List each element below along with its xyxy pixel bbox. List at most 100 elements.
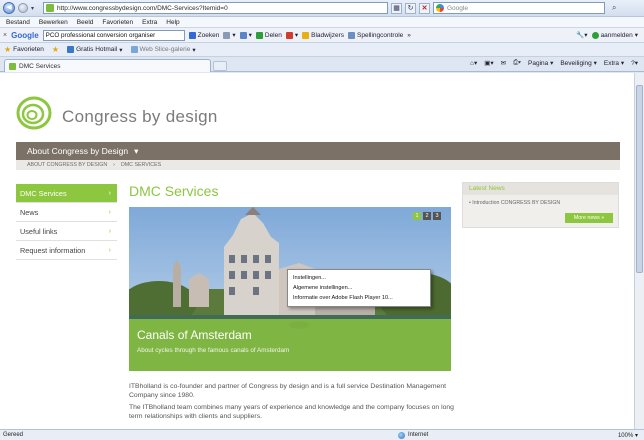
intro-paragraph-2: The ITBholland team combines many years … — [129, 404, 454, 420]
address-text: http://www.congressbydesign.com/DMC-Serv… — [57, 4, 228, 12]
feeds-icon[interactable]: ▣▾ — [484, 59, 493, 67]
favorites-star-icon: ★ — [4, 45, 12, 54]
google-toolbar-logo: Google — [11, 30, 39, 40]
popup-blocker-button[interactable]: ▾ — [285, 31, 298, 39]
security-zone[interactable]: Internet — [398, 431, 429, 439]
command-page[interactable]: Pagina ▾ — [528, 59, 553, 67]
google-toolbar: × Google PCO professional conversion org… — [0, 28, 644, 43]
sidebar-item-dmc-services[interactable]: DMC Services › — [16, 184, 117, 203]
pager-dot-2[interactable]: 2 — [423, 212, 431, 220]
page-favicon-icon — [46, 4, 54, 12]
pager-dot-1[interactable]: 1 — [413, 212, 421, 220]
history-dropdown-icon[interactable]: ▾ — [31, 5, 37, 12]
mail-icon[interactable]: ✉ — [501, 59, 506, 67]
page-viewport: Congress by design About Congress by Des… — [0, 73, 634, 429]
context-menu-item-settings[interactable]: Instellingen... — [288, 273, 430, 283]
command-safety[interactable]: Beveiliging ▾ — [560, 59, 597, 67]
toolbar-button-2[interactable]: ▾ — [239, 31, 252, 39]
signin-button[interactable]: aanmelden ▾ — [591, 31, 638, 39]
context-menu-item-about-flash[interactable]: Informatie over Adobe Flash Player 10... — [288, 293, 430, 303]
pager-dot-3[interactable]: 3 — [433, 212, 441, 220]
more-tools-button[interactable]: » — [407, 32, 411, 39]
menu-help[interactable]: Help — [166, 19, 179, 26]
new-tab-button[interactable] — [213, 61, 227, 71]
forward-button[interactable] — [18, 3, 28, 13]
search-field[interactable]: Google — [433, 2, 605, 14]
back-button[interactable]: ◀ — [3, 2, 15, 14]
security-zone-label: Internet — [408, 432, 429, 438]
compatibility-view-icon[interactable]: ▦ — [391, 2, 402, 14]
sidebar-item-useful-links[interactable]: Useful links › — [16, 222, 117, 241]
favorite-link-hotmail[interactable]: Gratis Hotmail ▾ — [67, 46, 123, 54]
sidebar-item-label: Useful links — [20, 226, 58, 236]
latest-news-item[interactable]: • Introduction CONGRESS BY DESIGN — [463, 195, 618, 206]
wrench-icon[interactable]: 🔧▾ — [576, 31, 587, 39]
globe-icon — [398, 431, 405, 439]
tab-favicon-icon — [9, 62, 16, 70]
toolbar-button-1[interactable]: ▾ — [223, 31, 236, 39]
breadcrumb-current: DMC SERVICES — [120, 162, 162, 168]
favorites-button[interactable]: ★ Favorieten — [4, 45, 44, 54]
latest-news-box: Latest News • Introduction CONGRESS BY D… — [462, 182, 619, 228]
menu-favorites[interactable]: Favorieten — [102, 19, 133, 26]
context-menu-item-global-settings[interactable]: Algemene instellingen... — [288, 283, 430, 293]
search-icon[interactable]: ⌕ — [612, 3, 616, 13]
more-news-button[interactable]: More news » — [565, 213, 613, 223]
chevron-down-icon: ▾ — [134, 145, 139, 156]
menu-bar: Bestand Bewerken Beeld Favorieten Extra … — [0, 17, 644, 28]
tab-row: DMC Services ⌂▾ ▣▾ ✉ ⎙▾ Pagina ▾ Beveili… — [0, 57, 644, 72]
command-tools-label: Extra — [603, 60, 620, 67]
zoom-label: 100% — [617, 432, 634, 439]
google-search-button[interactable]: Zoeken — [188, 31, 219, 39]
search-placeholder: Google — [447, 4, 468, 12]
stop-icon[interactable]: ✕ — [419, 2, 430, 14]
search-go-icon — [188, 31, 196, 39]
help-icon[interactable]: ?▾ — [631, 59, 638, 67]
command-page-label: Pagina — [528, 60, 549, 67]
sidebar-menu: DMC Services › News › Useful links › Req… — [16, 184, 117, 260]
add-favorite-icon[interactable]: ★ — [52, 45, 59, 54]
congress-logo-icon — [16, 96, 52, 130]
nav-about[interactable]: About Congress by Design ▾ — [27, 146, 138, 157]
menu-view[interactable]: Beeld — [77, 19, 94, 26]
breadcrumb-separator: › — [113, 162, 115, 168]
print-icon[interactable]: ⎙▾ — [513, 59, 521, 67]
toolbar-close-icon[interactable]: × — [3, 32, 7, 39]
webslice-icon — [130, 46, 138, 53]
address-field[interactable]: http://www.congressbydesign.com/DMC-Serv… — [43, 2, 388, 14]
tab-dmc-services[interactable]: DMC Services — [4, 59, 211, 72]
slideshow-pager: 1 2 3 — [413, 212, 441, 220]
zoom-level[interactable]: 100% ▾ — [618, 432, 638, 439]
share-button[interactable]: Delen — [255, 31, 282, 39]
favorites-bar: ★ Favorieten ★ Gratis Hotmail ▾ Web Slice-… — [0, 43, 644, 57]
bookmarks-label: Bladwijzers — [311, 31, 344, 39]
hotmail-icon — [67, 46, 75, 53]
sidebar-item-label: Request information — [20, 245, 86, 255]
sidebar-item-label: News — [20, 207, 39, 217]
scrollbar-thumb[interactable] — [636, 85, 643, 273]
breadcrumb: ABOUT CONGRESS BY DESIGN › DMC SERVICES — [16, 160, 620, 170]
latest-news-heading: Latest News — [463, 183, 618, 195]
favorite-link-webslice[interactable]: Web Slice-galerie ▾ — [130, 46, 196, 54]
home-icon[interactable]: ⌂▾ — [470, 59, 477, 67]
hero-caption: Canals of Amsterdam About cycles through… — [129, 319, 451, 371]
intro-text: ITBholland is co-founder and partner of … — [129, 383, 465, 425]
menu-edit[interactable]: Bewerken — [39, 19, 68, 26]
spellcheck-button[interactable]: Spellingcontrole — [348, 31, 403, 39]
signin-label: aanmelden — [600, 31, 633, 39]
breadcrumb-about[interactable]: ABOUT CONGRESS BY DESIGN — [27, 160, 107, 170]
address-bar-row: ◀ ▾ http://www.congressbydesign.com/DMC-… — [0, 0, 644, 17]
sidebar-item-request-information[interactable]: Request information › — [16, 241, 117, 260]
latest-news-item-label: Introduction CONGRESS BY DESIGN — [472, 200, 561, 206]
sidebar-item-news[interactable]: News › — [16, 203, 117, 222]
star-icon — [302, 31, 310, 39]
google-toolbar-search-input[interactable]: PCO professional conversion organiser — [42, 29, 185, 41]
menu-file[interactable]: Bestand — [6, 19, 30, 26]
vertical-scrollbar[interactable] — [634, 73, 644, 429]
chevron-right-icon: › — [108, 189, 111, 197]
bookmarks-button[interactable]: Bladwijzers — [302, 31, 344, 39]
popup-blocker-icon — [285, 31, 293, 39]
menu-tools[interactable]: Extra — [142, 19, 157, 26]
refresh-icon[interactable]: ↻ — [405, 2, 416, 14]
command-tools[interactable]: Extra ▾ — [604, 59, 624, 67]
